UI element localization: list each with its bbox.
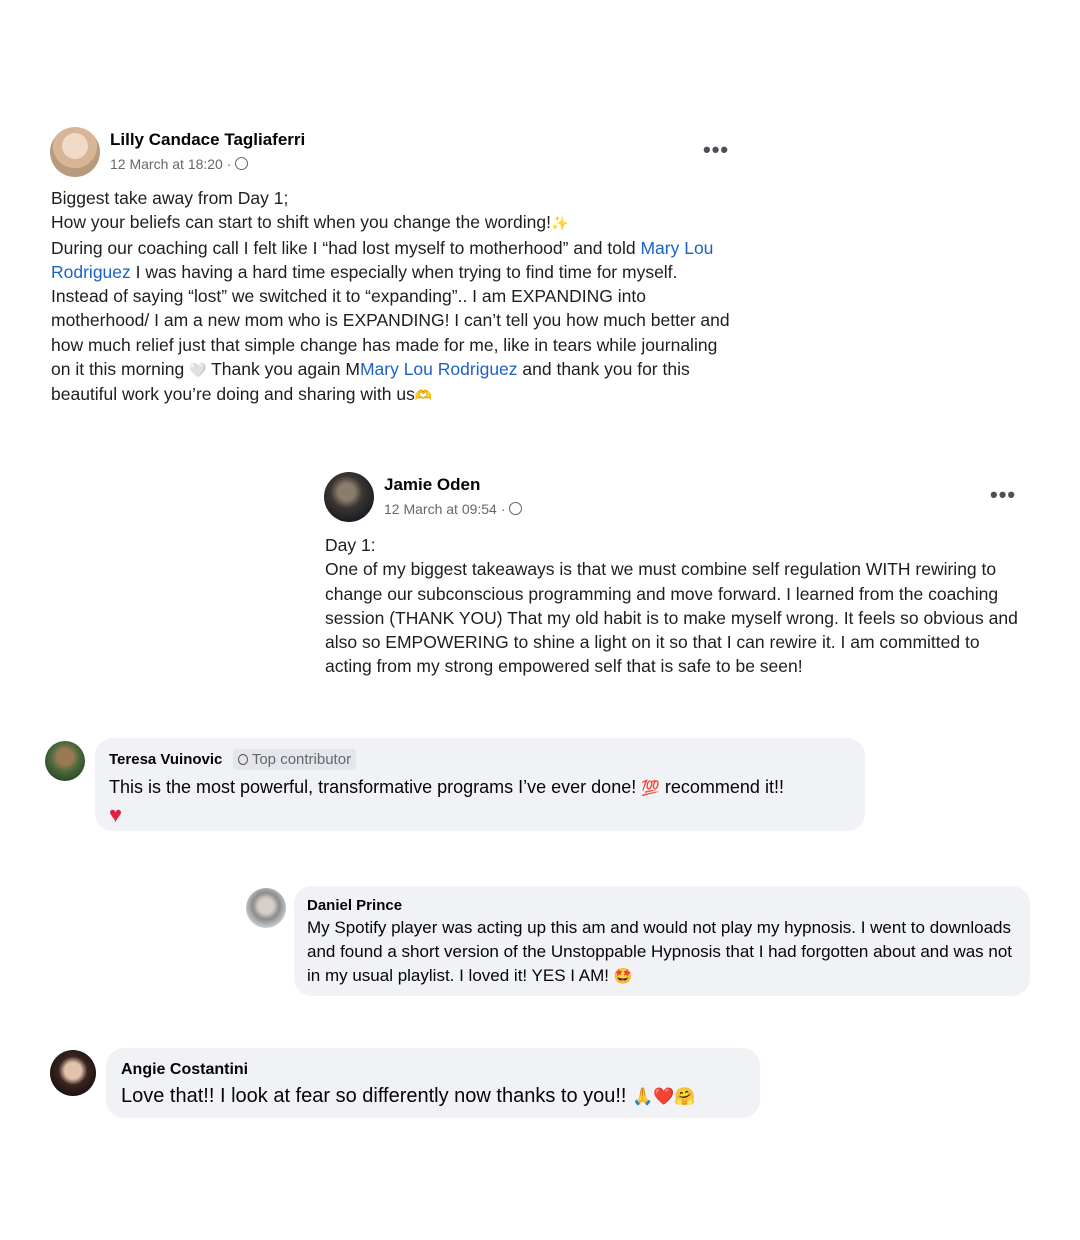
avatar[interactable] (246, 888, 286, 928)
comment-bubble: Teresa Vuinovic Top contributor This is … (95, 738, 865, 831)
post-paragraph: During our coaching call I felt like I “… (51, 237, 730, 405)
more-options-button[interactable]: ••• (703, 139, 729, 161)
timestamp-text: 12 March at 18:20 · (110, 156, 232, 172)
star-struck-emoji: 🤩 (613, 968, 633, 985)
heart-hands-emoji: 🫶 (414, 387, 433, 404)
mention-link[interactable]: Mary Lou Rodriguez (360, 359, 518, 379)
post-line: Day 1: (325, 535, 376, 555)
timestamp-text: 12 March at 09:54 · (384, 501, 506, 517)
post-line: How your beliefs can start to shift when… (51, 212, 569, 233)
author-name[interactable]: Lilly Candace Tagliaferri (110, 130, 305, 150)
reaction-emojis: 🙏❤️🤗 (632, 1087, 696, 1106)
commenter-name[interactable]: Angie Costantini (121, 1061, 248, 1079)
more-options-button[interactable]: ••• (990, 484, 1016, 506)
white-heart-emoji: 🤍 (189, 362, 207, 379)
comment-text: This is the most powerful, transformativ… (109, 774, 849, 828)
red-heart-icon: ♥ (109, 802, 123, 827)
comment-text: My Spotify player was acting up this am … (307, 918, 1013, 985)
post-paragraph: One of my biggest takeaways is that we m… (325, 559, 1018, 677)
globe-icon (509, 502, 523, 515)
comment-bubble: Daniel Prince My Spotify player was acti… (294, 886, 1030, 996)
top-contributor-badge[interactable]: Top contributor (232, 749, 357, 770)
comment-text: Love that!! I look at fear so differentl… (121, 1085, 696, 1107)
hundred-points-emoji: 💯 (641, 780, 660, 797)
author-name[interactable]: Jamie Oden (384, 475, 480, 495)
sparkles-emoji: ✨ (551, 215, 569, 232)
post-timestamp[interactable]: 12 March at 18:20 · (110, 156, 249, 172)
avatar[interactable] (50, 1050, 96, 1096)
commenter-name[interactable]: Teresa Vuinovic (109, 751, 222, 768)
globe-icon (235, 157, 249, 170)
comment-bubble: Angie Costantini Love that!! I look at f… (106, 1048, 760, 1118)
post-body: Day 1: One of my biggest takeaways is th… (325, 533, 1025, 679)
commenter-name[interactable]: Daniel Prince (307, 897, 402, 914)
post-line: Biggest take away from Day 1; (51, 188, 289, 208)
post-timestamp[interactable]: 12 March at 09:54 · (384, 501, 523, 517)
post-body: Biggest take away from Day 1; How your b… (51, 186, 741, 408)
avatar[interactable] (50, 127, 100, 177)
avatar[interactable] (324, 472, 374, 522)
avatar[interactable] (45, 741, 85, 781)
award-icon (237, 754, 248, 765)
